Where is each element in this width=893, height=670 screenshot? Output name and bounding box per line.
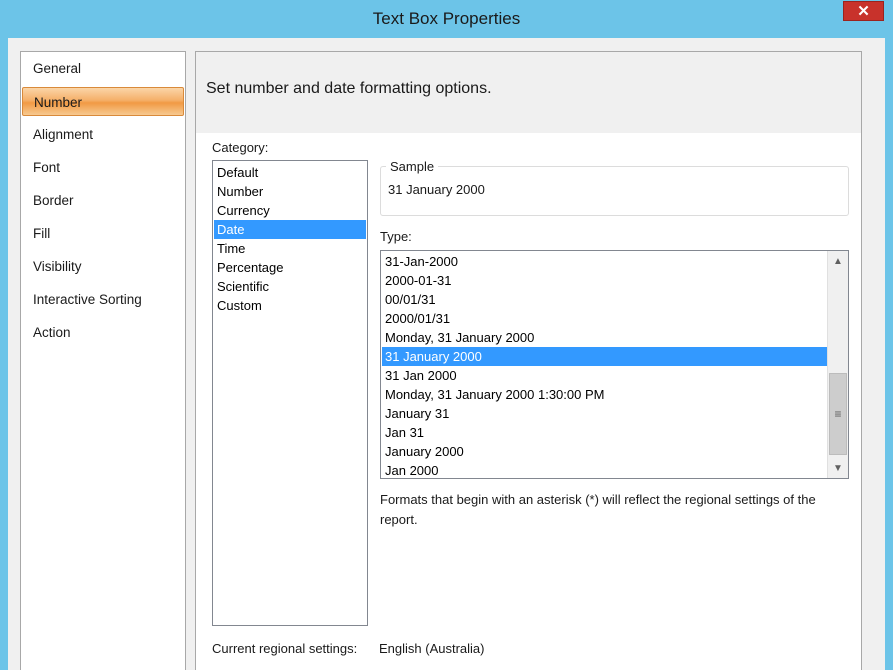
category-label: Category: (212, 140, 269, 155)
category-listbox[interactable]: Default Number Currency Date Time Percen… (212, 160, 368, 626)
list-item[interactable]: 31-Jan-2000 (382, 252, 827, 271)
type-listbox[interactable]: 31-Jan-2000 2000-01-31 00/01/31 2000/01/… (380, 250, 849, 479)
list-item[interactable]: Currency (214, 201, 366, 220)
title-bar: Text Box Properties ✕ (0, 0, 893, 38)
sidebar-item-fill[interactable]: Fill (22, 219, 184, 248)
list-item[interactable]: Number (214, 182, 366, 201)
dialog-body: General Number Alignment Font Border Fil… (8, 38, 885, 670)
list-item[interactable]: Monday, 31 January 2000 (382, 328, 827, 347)
type-label: Type: (380, 229, 412, 244)
page-header: Set number and date formatting options. (196, 52, 861, 133)
list-item[interactable]: January 31 (382, 404, 827, 423)
sidebar-item-action[interactable]: Action (22, 318, 184, 347)
close-icon: ✕ (857, 3, 870, 20)
list-item[interactable]: Time (214, 239, 366, 258)
sample-label: Sample (386, 159, 439, 174)
regional-settings-label: Current regional settings: (212, 641, 358, 656)
sample-value: 31 January 2000 (388, 182, 485, 197)
list-item-selected[interactable]: 31 January 2000 (382, 347, 827, 366)
list-item[interactable]: Jan 31 (382, 423, 827, 442)
list-item[interactable]: Custom (214, 296, 366, 315)
list-item[interactable]: Default (214, 163, 366, 182)
sidebar-item-general[interactable]: General (22, 54, 184, 83)
close-button[interactable]: ✕ (843, 1, 884, 21)
scroll-down-button[interactable]: ▼ (828, 458, 848, 478)
list-item[interactable]: Scientific (214, 277, 366, 296)
list-item[interactable]: Monday, 31 January 2000 1:30:00 PM (382, 385, 827, 404)
chevron-up-icon: ▲ (833, 255, 843, 267)
sidebar-item-visibility[interactable]: Visibility (22, 252, 184, 281)
list-item[interactable]: Jan 2000 (382, 461, 827, 478)
list-item[interactable]: January 2000 (382, 442, 827, 461)
list-item[interactable]: 2000/01/31 (382, 309, 827, 328)
chevron-down-icon: ▼ (833, 462, 843, 474)
scroll-thumb[interactable]: ≡ (829, 373, 847, 455)
grip-icon: ≡ (834, 407, 842, 421)
sidebar-nav: General Number Alignment Font Border Fil… (20, 51, 186, 670)
list-item[interactable]: 2000-01-31 (382, 271, 827, 290)
list-item[interactable]: 00/01/31 (382, 290, 827, 309)
scroll-up-button[interactable]: ▲ (828, 251, 848, 271)
sidebar-item-font[interactable]: Font (22, 153, 184, 182)
sidebar-item-number[interactable]: Number (22, 87, 184, 116)
number-page: Set number and date formatting options. … (195, 51, 862, 670)
page-heading: Set number and date formatting options. (206, 80, 492, 97)
regional-note: Formats that begin with an asterisk (*) … (380, 492, 816, 527)
sidebar-item-interactive-sorting[interactable]: Interactive Sorting (22, 285, 184, 314)
regional-settings-value: English (Australia) (379, 641, 485, 656)
sidebar-item-alignment[interactable]: Alignment (22, 120, 184, 149)
list-item-selected[interactable]: Date (214, 220, 366, 239)
list-item[interactable]: 31 Jan 2000 (382, 366, 827, 385)
type-scrollbar[interactable]: ▲ ≡ ▼ (827, 251, 848, 478)
window-title: Text Box Properties (372, 9, 521, 28)
list-item[interactable]: Percentage (214, 258, 366, 277)
sidebar-item-border[interactable]: Border (22, 186, 184, 215)
